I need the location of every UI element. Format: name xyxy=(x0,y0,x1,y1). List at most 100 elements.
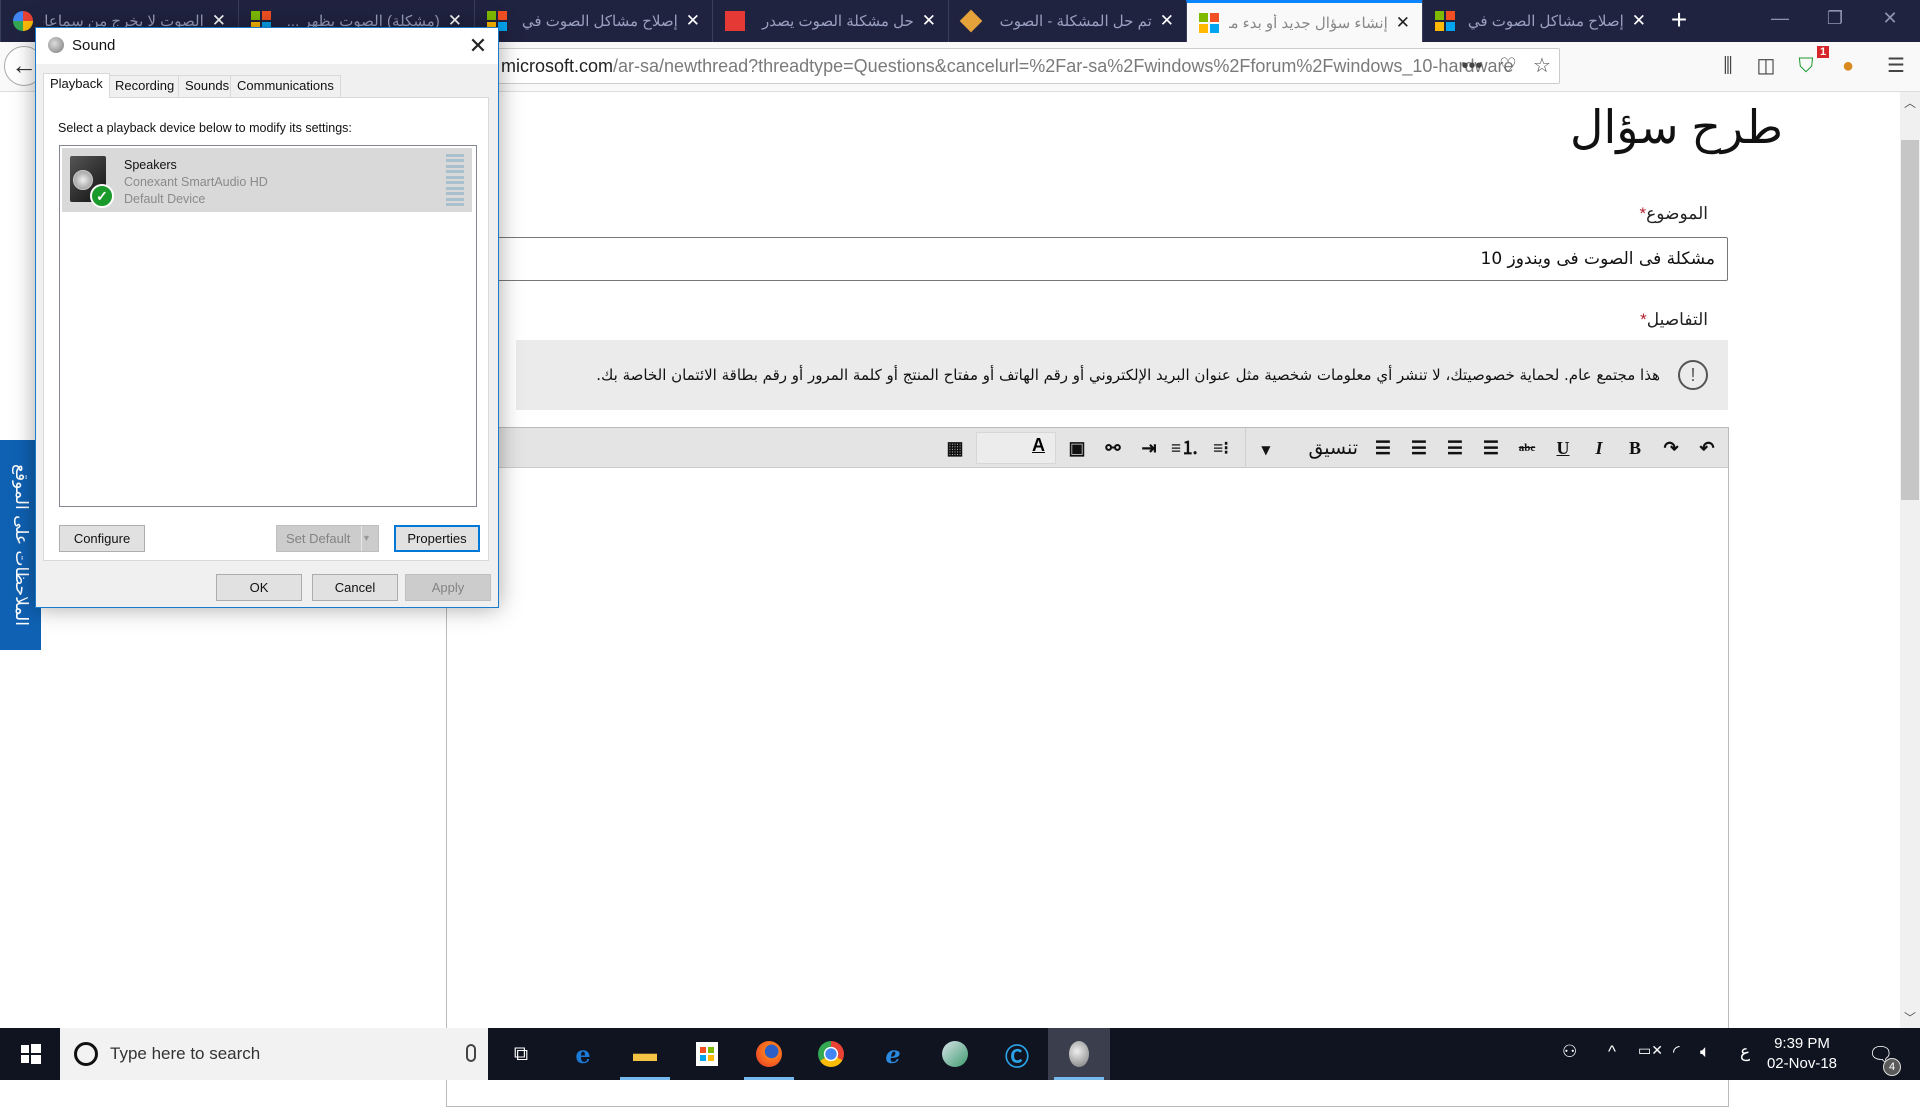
extension-ant-icon[interactable]: ● xyxy=(1834,52,1862,80)
scroll-up-icon[interactable]: ︿ xyxy=(1900,94,1920,111)
tab-sounds[interactable]: Sounds xyxy=(178,75,237,97)
taskbar: Type here to search ⧉ e ▬ e Ⓒ ⚇ ^ ▭✕ ◜ 🔈… xyxy=(0,1028,1920,1080)
redo-icon[interactable]: ↷ xyxy=(1654,431,1688,465)
align-left-icon[interactable]: ☰ xyxy=(1474,431,1508,465)
red-site-icon xyxy=(725,11,745,31)
tab-6-active[interactable]: ✕ إنشاء سؤال جديد أو بدء مناقشة xyxy=(1186,0,1422,42)
configure-button[interactable]: Configure xyxy=(59,525,145,552)
link-icon[interactable]: ⚯ xyxy=(1096,431,1130,465)
editor-body[interactable] xyxy=(447,468,1728,1106)
tab-playback[interactable]: Playback xyxy=(43,73,110,98)
tab-3[interactable]: ✕ إصلاح مشاكل الصوت في xyxy=(474,0,712,42)
input-language-indicator[interactable]: ع xyxy=(1740,1042,1750,1062)
close-window-button[interactable]: ✕ xyxy=(1870,8,1910,34)
minimize-button[interactable]: — xyxy=(1760,8,1800,34)
scrollbar-thumb[interactable] xyxy=(1901,140,1919,500)
store-icon[interactable] xyxy=(676,1028,738,1080)
clock-date: 02-Nov-18 xyxy=(1766,1055,1838,1072)
cancel-button[interactable]: Cancel xyxy=(312,574,398,601)
file-explorer-icon[interactable]: ▬ xyxy=(614,1028,676,1080)
level-meter-bar xyxy=(446,170,464,174)
level-meter-bar xyxy=(446,197,464,201)
font-color-picker[interactable]: A xyxy=(976,432,1056,464)
tab-close-icon[interactable]: ✕ xyxy=(1396,13,1410,33)
tab-4[interactable]: ✕ حل مشكلة الصوت يصدر xyxy=(712,0,948,42)
clock[interactable]: 9:39 PM 02-Nov-18 xyxy=(1754,1034,1850,1074)
strikethrough-button[interactable]: abc xyxy=(1510,431,1544,465)
dialog-titlebar[interactable]: Sound ✕ xyxy=(36,28,498,64)
tab-recording[interactable]: Recording xyxy=(108,75,182,97)
properties-button[interactable]: Properties xyxy=(394,525,480,552)
level-meter-bar xyxy=(446,159,464,163)
tab-close-icon[interactable]: ✕ xyxy=(1160,11,1174,31)
new-tab-button[interactable]: + xyxy=(1664,6,1694,36)
device-driver: Conexant SmartAudio HD xyxy=(124,175,268,189)
volume-icon[interactable]: 🔈︎ xyxy=(1700,1042,1710,1062)
align-right-icon[interactable]: ☰ xyxy=(1402,431,1436,465)
url-bar[interactable]: microsoft.com/ar-sa/newthread?threadtype… xyxy=(470,48,1560,84)
page-scrollbar[interactable]: ︿ ﹀ xyxy=(1900,92,1920,1028)
level-meter-bar xyxy=(446,202,464,206)
chevron-down-icon: ▼ xyxy=(1261,443,1271,457)
restore-button[interactable]: ❐ xyxy=(1815,8,1855,34)
device-name: Speakers xyxy=(124,158,177,172)
tab-communications[interactable]: Communications xyxy=(230,75,341,97)
indent-icon[interactable]: ⇥ xyxy=(1132,431,1166,465)
level-meter-bar xyxy=(446,154,464,157)
underline-button[interactable]: U xyxy=(1546,431,1580,465)
tab-close-icon[interactable]: ✕ xyxy=(1632,11,1646,31)
task-view-icon[interactable]: ⧉ xyxy=(490,1028,552,1080)
menu-icon[interactable]: ☰ xyxy=(1882,52,1910,80)
url-path: /ar-sa/newthread?threadtype=Questions&ca… xyxy=(613,56,1514,76)
edge-icon[interactable]: e xyxy=(552,1028,614,1080)
editor-toolbar: ↶ ↷ B I U abc ☰ ☰ ☰ ☰ تنسيق▼ ⁝≡ ⒈≡ ⇥ ⚯ ▣… xyxy=(447,428,1728,468)
font-color-icon: A xyxy=(1032,435,1045,455)
bookmark-star-icon[interactable]: ☆ xyxy=(1528,52,1556,80)
align-justify-icon[interactable]: ☰ xyxy=(1366,431,1400,465)
bullet-list-icon[interactable]: ⁝≡ xyxy=(1204,431,1238,465)
level-meter xyxy=(446,154,464,206)
microphone-icon[interactable] xyxy=(466,1044,476,1062)
sidebar-icon[interactable]: ◫ xyxy=(1752,52,1780,80)
tab-close-icon[interactable]: ✕ xyxy=(686,11,700,31)
tab-close-icon[interactable]: ✕ xyxy=(922,11,936,31)
details-label: التفاصيل* xyxy=(1640,310,1708,329)
numbered-list-icon[interactable]: ⒈≡ xyxy=(1168,431,1202,465)
start-button[interactable] xyxy=(0,1028,60,1080)
ok-button[interactable]: OK xyxy=(216,574,302,601)
close-icon[interactable]: ✕ xyxy=(464,32,492,60)
scroll-down-icon[interactable]: ﹀ xyxy=(1900,1009,1920,1026)
app-c-icon[interactable]: Ⓒ xyxy=(986,1028,1048,1080)
library-icon[interactable]: ⫼ xyxy=(1714,52,1742,80)
format-select[interactable]: تنسيق▼ xyxy=(1261,431,1358,465)
tab-5[interactable]: ✕ تم حل المشكلة - الصوت xyxy=(948,0,1186,42)
apply-button: Apply xyxy=(405,574,491,601)
device-list[interactable]: ✓ Speakers Conexant SmartAudio HD Defaul… xyxy=(59,145,477,507)
people-icon[interactable]: ⚇ xyxy=(1562,1042,1577,1062)
speaker-icon xyxy=(48,37,64,53)
app-globe-icon[interactable] xyxy=(924,1028,986,1080)
details-editor: ↶ ↷ B I U abc ☰ ☰ ☰ ☰ تنسيق▼ ⁝≡ ⒈≡ ⇥ ⚯ ▣… xyxy=(446,427,1729,1107)
image-icon[interactable]: ▣ xyxy=(1060,431,1094,465)
shield-site-icon xyxy=(959,9,983,33)
align-center-icon[interactable]: ☰ xyxy=(1438,431,1472,465)
firefox-icon[interactable] xyxy=(738,1028,800,1080)
chrome-icon[interactable] xyxy=(800,1028,862,1080)
taskbar-search-input[interactable]: Type here to search xyxy=(60,1028,488,1080)
bold-button[interactable]: B xyxy=(1618,431,1652,465)
device-row-speakers[interactable]: ✓ Speakers Conexant SmartAudio HD Defaul… xyxy=(62,148,472,212)
extension-shield-icon[interactable]: ⛉ xyxy=(1792,52,1820,80)
show-hidden-icons-chevron[interactable]: ^ xyxy=(1608,1042,1616,1062)
subject-input[interactable]: مشكلة فى الصوت فى ويندوز 10 xyxy=(448,237,1728,281)
wifi-icon[interactable]: ◜ xyxy=(1673,1042,1680,1062)
battery-icon[interactable]: ▭✕ xyxy=(1638,1042,1663,1059)
undo-icon[interactable]: ↶ xyxy=(1690,431,1724,465)
pocket-icon[interactable]: ♡ xyxy=(1494,52,1522,80)
internet-explorer-icon[interactable]: e xyxy=(862,1028,924,1080)
page-actions-icon[interactable]: ••• xyxy=(1458,52,1486,80)
tab-7[interactable]: ✕ إصلاح مشاكل الصوت في xyxy=(1422,0,1658,42)
italic-button[interactable]: I xyxy=(1582,431,1616,465)
table-icon[interactable]: ▦ xyxy=(938,431,972,465)
google-icon xyxy=(13,11,33,31)
sound-app-icon[interactable] xyxy=(1048,1028,1110,1080)
